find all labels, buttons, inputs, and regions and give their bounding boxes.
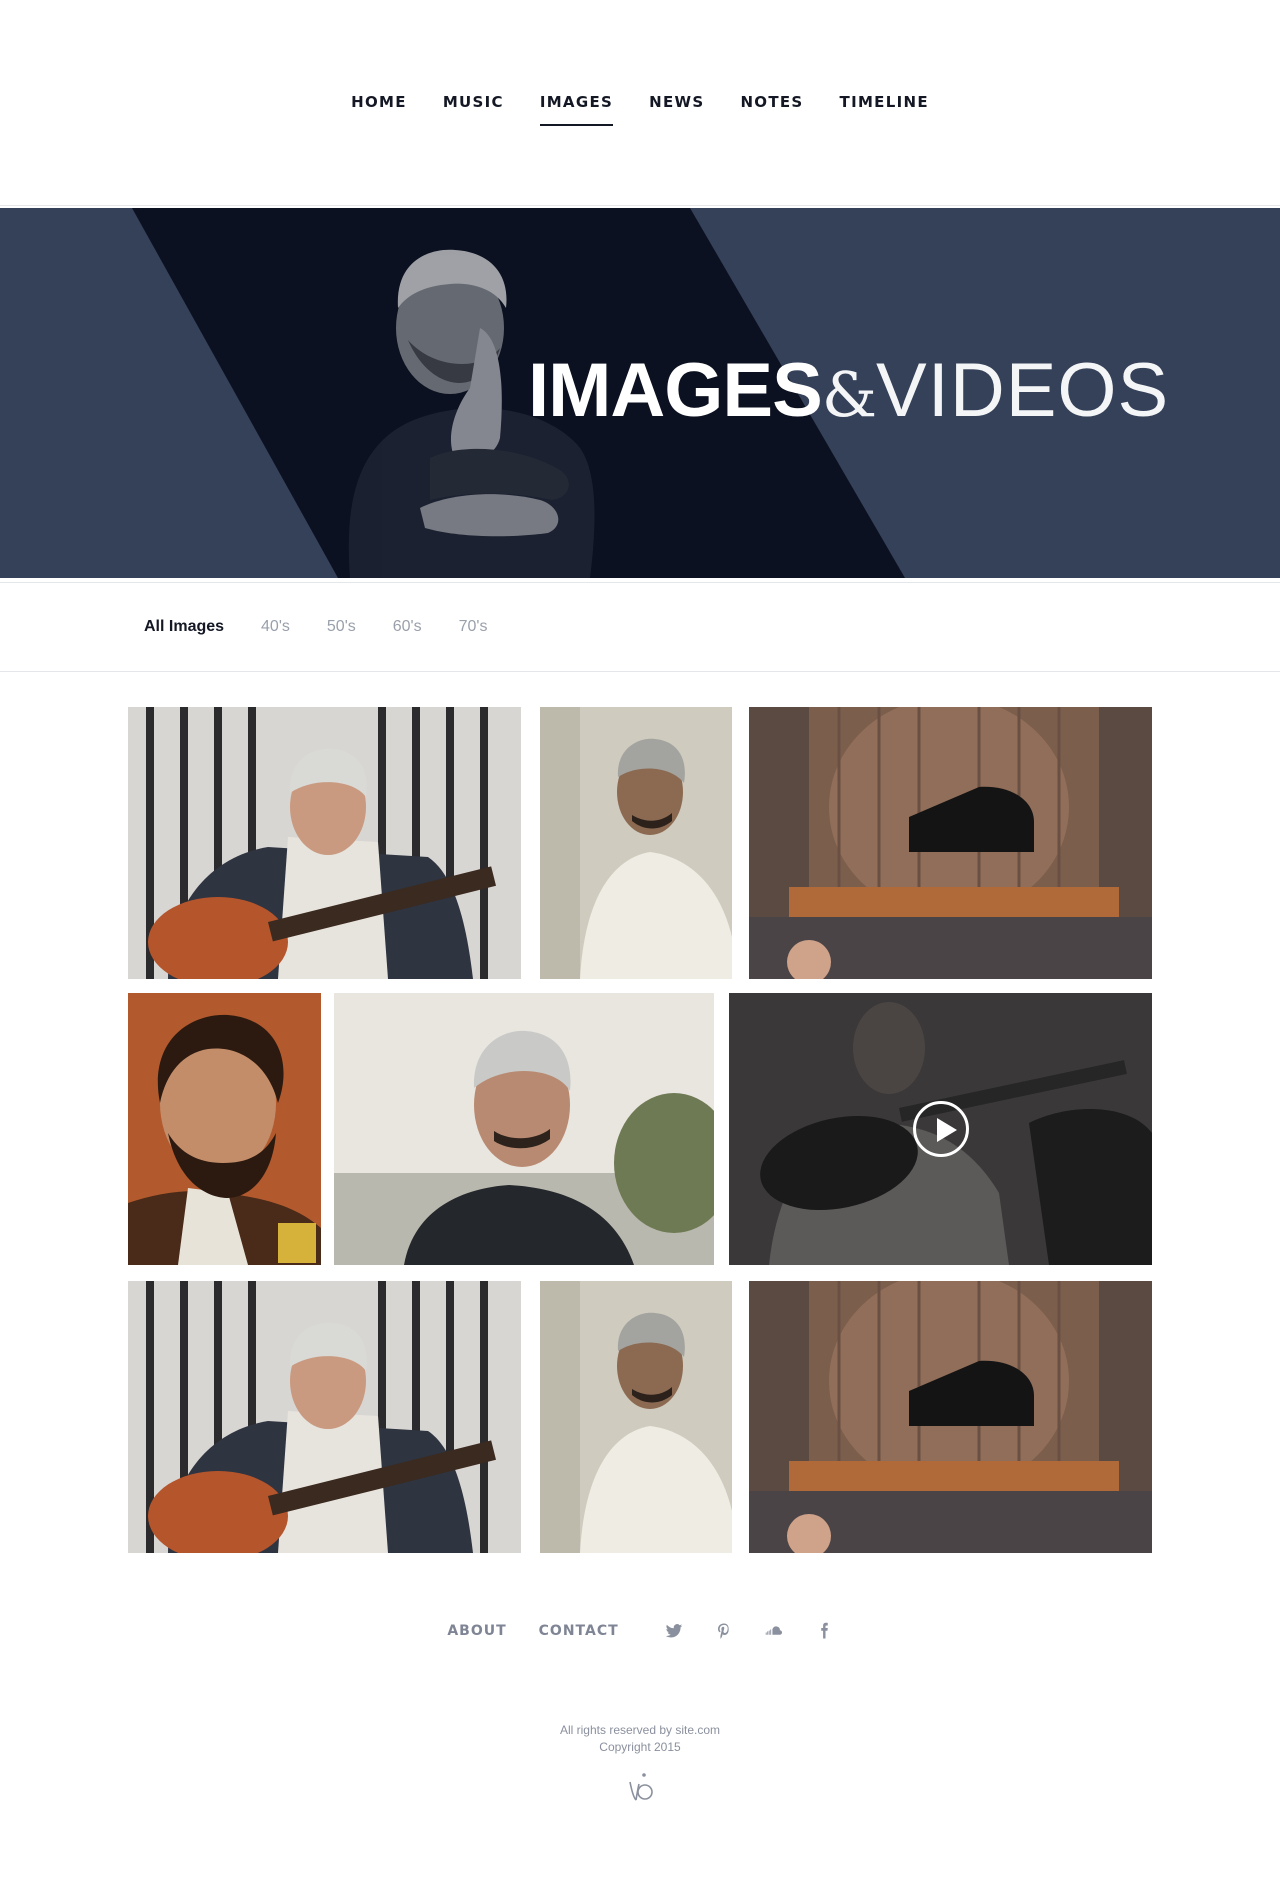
nav-menu: HOME MUSIC IMAGES NEWS NOTES TIMELINE — [0, 93, 1280, 126]
top-navigation: HOME MUSIC IMAGES NEWS NOTES TIMELINE — [0, 0, 1280, 206]
gallery-item-guitarist-bars[interactable] — [128, 1281, 521, 1553]
footer-links: ABOUT CONTACT — [0, 1620, 1280, 1642]
page-title: IMAGES&VIDEOS — [528, 353, 1169, 429]
twitter-icon[interactable] — [663, 1620, 685, 1642]
nav-item-home[interactable]: HOME — [333, 93, 425, 111]
gallery-item-pianist-stage[interactable] — [749, 707, 1152, 979]
title-light-part: VIDEOS — [876, 348, 1170, 433]
footer-contact-link[interactable]: CONTACT — [539, 1623, 619, 1639]
play-icon[interactable] — [912, 1101, 969, 1157]
rights-text: All rights reserved by site.com — [559, 1723, 721, 1737]
gallery-item-guitarist-bars[interactable] — [128, 707, 521, 979]
photo-pianist-stage — [749, 1281, 1152, 1553]
photo-white-shirt — [540, 1281, 732, 1553]
pinterest-icon[interactable] — [713, 1620, 735, 1642]
gallery-item-bearded-portrait[interactable] — [128, 993, 321, 1265]
title-ampersand: & — [821, 358, 877, 431]
gallery-item-pianist-stage[interactable] — [749, 1281, 1152, 1553]
gallery-item-video-guitarist[interactable] — [729, 993, 1152, 1265]
site-logo[interactable] — [622, 1770, 658, 1806]
filter-50s[interactable]: 50's — [327, 618, 356, 636]
nav-item-notes[interactable]: NOTES — [722, 93, 821, 111]
nav-item-news[interactable]: NEWS — [631, 93, 722, 111]
photo-outdoor-portrait — [334, 993, 714, 1265]
photo-bearded-portrait — [128, 993, 321, 1265]
nav-item-music[interactable]: MUSIC — [425, 93, 522, 111]
filter-70s[interactable]: 70's — [459, 618, 488, 636]
filter-40s[interactable]: 40's — [261, 618, 290, 636]
photo-pianist-stage — [749, 707, 1152, 979]
filter-all-images[interactable]: All Images — [144, 618, 224, 636]
copyright-text: Copyright 2015 — [599, 1740, 681, 1754]
gallery-item-outdoor-portrait[interactable] — [334, 993, 714, 1265]
filter-tabs: All Images 40's 50's 60's 70's — [144, 618, 487, 636]
facebook-icon[interactable] — [813, 1620, 835, 1642]
copyright-block: All rights reserved by site.com Copyrigh… — [0, 1722, 1280, 1756]
photo-guitarist — [128, 1281, 521, 1553]
gallery-filter-bar: All Images 40's 50's 60's 70's — [0, 582, 1280, 672]
soundcloud-icon[interactable] — [763, 1620, 785, 1642]
photo-white-shirt — [540, 707, 732, 979]
gallery-item-white-shirt[interactable] — [540, 707, 732, 979]
footer-about-link[interactable]: ABOUT — [447, 1623, 506, 1639]
filter-60s[interactable]: 60's — [393, 618, 422, 636]
title-bold-part: IMAGES — [528, 348, 823, 433]
hero-banner: IMAGES&VIDEOS — [0, 208, 1280, 578]
nav-item-images[interactable]: IMAGES — [522, 93, 631, 126]
nav-item-timeline[interactable]: TIMELINE — [822, 93, 947, 111]
gallery-item-white-shirt[interactable] — [540, 1281, 732, 1553]
photo-guitarist — [128, 707, 521, 979]
